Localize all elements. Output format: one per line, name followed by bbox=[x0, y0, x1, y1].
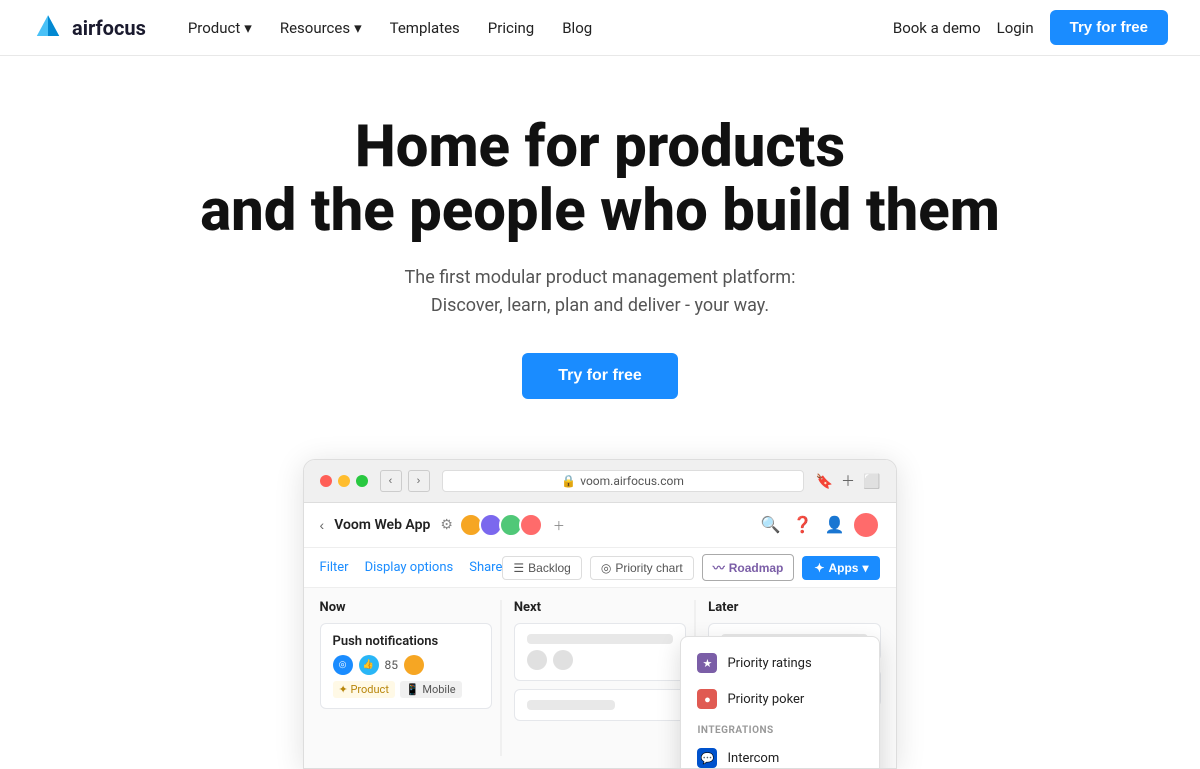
book-demo-link[interactable]: Book a demo bbox=[893, 19, 981, 37]
forward-browser-button[interactable]: › bbox=[408, 470, 430, 492]
traffic-lights bbox=[320, 475, 368, 487]
kanban-col-now: Now Push notifications ◎ 👍 85 ✦ Product bbox=[320, 600, 500, 756]
settings-icon[interactable]: ⚙ bbox=[440, 517, 453, 533]
priority-ratings-icon: ★ bbox=[697, 653, 717, 673]
help-icon[interactable]: ❓ bbox=[793, 515, 813, 535]
share-tab[interactable]: Share bbox=[469, 560, 502, 575]
backlog-view-button[interactable]: ☰ Backlog bbox=[502, 556, 581, 580]
card-title: Push notifications bbox=[333, 634, 479, 649]
kanban-card-next-1 bbox=[514, 623, 686, 681]
card-meta: ◎ 👍 85 bbox=[333, 655, 479, 675]
skeleton-avatar-2 bbox=[553, 650, 573, 670]
nav-left: airfocus Product ▾ Resources ▾ Templates… bbox=[32, 12, 602, 44]
priority-chart-view-button[interactable]: ◎ Priority chart bbox=[590, 556, 694, 580]
bookmark-icon[interactable]: 🔖 bbox=[816, 471, 833, 491]
toolbar-right: 🔍 ❓ 👤 bbox=[761, 511, 881, 539]
nav-blog[interactable]: Blog bbox=[552, 13, 602, 43]
card-avatar bbox=[404, 655, 424, 675]
search-icon[interactable]: 🔍 bbox=[761, 515, 781, 535]
hero-headline: Home for products and the people who bui… bbox=[200, 116, 1000, 244]
nav-right: Book a demo Login Try for free bbox=[893, 10, 1168, 45]
card-tags: ✦ Product 📱 Mobile bbox=[333, 681, 479, 698]
app-inner: ‹ Voom Web App ⚙ ＋ 🔍 ❓ 👤 bbox=[304, 503, 897, 768]
navbar: airfocus Product ▾ Resources ▾ Templates… bbox=[0, 0, 1200, 56]
priority-poker-icon: ● bbox=[697, 689, 717, 709]
card-target-icon: ◎ bbox=[333, 655, 353, 675]
view-tabs-left: Filter Display options Share bbox=[320, 560, 503, 575]
kanban-card-push: Push notifications ◎ 👍 85 ✦ Product 📱 Mo… bbox=[320, 623, 492, 709]
lock-icon: 🔒 bbox=[561, 474, 576, 488]
apps-star-icon: ✦ bbox=[814, 561, 824, 575]
view-tabs: Filter Display options Share ☰ Backlog ◎… bbox=[304, 548, 897, 588]
back-browser-button[interactable]: ‹ bbox=[380, 470, 402, 492]
login-link[interactable]: Login bbox=[997, 19, 1034, 37]
card-tag-product: ✦ Product bbox=[333, 681, 395, 698]
minimize-dot bbox=[338, 475, 350, 487]
kanban-col-next: Next bbox=[500, 600, 694, 756]
browser-chrome: ‹ › 🔒 voom.airfocus.com 🔖 ＋ ⬜ bbox=[304, 460, 897, 503]
browser-action-buttons: 🔖 ＋ ⬜ bbox=[816, 471, 881, 491]
nav-try-free-button[interactable]: Try for free bbox=[1050, 10, 1168, 45]
intercom-icon: 💬 bbox=[697, 748, 717, 768]
nav-links: Product ▾ Resources ▾ Templates Pricing … bbox=[178, 13, 602, 43]
kanban-card-next-2 bbox=[514, 689, 686, 721]
logo-text: airfocus bbox=[72, 16, 146, 40]
more-icon[interactable]: ⬜ bbox=[863, 471, 880, 491]
col-now-header: Now bbox=[320, 600, 492, 615]
avatar-group bbox=[463, 513, 543, 537]
browser-nav-buttons: ‹ › bbox=[380, 470, 430, 492]
apps-dropdown-button[interactable]: ✦ Apps ▾ bbox=[802, 556, 880, 580]
preview-wrapper: ‹ › 🔒 voom.airfocus.com 🔖 ＋ ⬜ ‹ Voom Web… bbox=[0, 439, 1200, 769]
notifications-icon[interactable]: 👤 bbox=[825, 515, 845, 535]
logo[interactable]: airfocus bbox=[32, 12, 146, 44]
chevron-down-icon: ▾ bbox=[244, 19, 252, 37]
view-tabs-right: ☰ Backlog ◎ Priority chart 〰 Roadmap ✦ A… bbox=[502, 554, 880, 581]
hero-subtext: The first modular product management pla… bbox=[32, 264, 1168, 322]
logo-icon bbox=[32, 12, 64, 44]
close-dot bbox=[320, 475, 332, 487]
filter-tab[interactable]: Filter bbox=[320, 560, 349, 575]
app-toolbar: ‹ Voom Web App ⚙ ＋ 🔍 ❓ 👤 bbox=[304, 503, 897, 548]
backlog-icon: ☰ bbox=[513, 561, 524, 575]
add-tab-icon[interactable]: ＋ bbox=[841, 471, 855, 491]
user-avatar[interactable] bbox=[852, 511, 880, 539]
back-button[interactable]: ‹ bbox=[320, 517, 325, 533]
skeleton-line bbox=[527, 634, 673, 644]
col-next-header: Next bbox=[514, 600, 686, 615]
apps-dropdown: ★ Priority ratings ● Priority poker INTE… bbox=[680, 636, 880, 769]
maximize-dot bbox=[356, 475, 368, 487]
nav-product[interactable]: Product ▾ bbox=[178, 13, 262, 43]
dropdown-item-priority-ratings[interactable]: ★ Priority ratings bbox=[681, 645, 879, 681]
address-bar: 🔒 voom.airfocus.com bbox=[442, 470, 804, 492]
nav-templates[interactable]: Templates bbox=[380, 13, 470, 43]
kanban-wrapper: Now Push notifications ◎ 👍 85 ✦ Product bbox=[304, 588, 897, 768]
nav-resources[interactable]: Resources ▾ bbox=[270, 13, 372, 43]
app-preview: ‹ › 🔒 voom.airfocus.com 🔖 ＋ ⬜ ‹ Voom Web… bbox=[303, 459, 898, 769]
toolbar-left: ‹ Voom Web App ⚙ ＋ bbox=[320, 513, 565, 537]
card-score: 85 bbox=[385, 658, 399, 672]
roadmap-icon: 〰 bbox=[713, 559, 725, 576]
hero-section: Home for products and the people who bui… bbox=[0, 56, 1200, 439]
roadmap-view-button[interactable]: 〰 Roadmap bbox=[702, 554, 795, 581]
dropdown-section-integrations: INTEGRATIONS bbox=[681, 717, 879, 740]
chevron-down-icon: ▾ bbox=[862, 561, 868, 575]
hero-try-free-button[interactable]: Try for free bbox=[522, 353, 678, 399]
add-member-button[interactable]: ＋ bbox=[553, 517, 565, 534]
card-tag-mobile: 📱 Mobile bbox=[400, 681, 462, 698]
dropdown-item-priority-poker[interactable]: ● Priority poker bbox=[681, 681, 879, 717]
card-like-icon: 👍 bbox=[359, 655, 379, 675]
display-options-tab[interactable]: Display options bbox=[365, 560, 454, 575]
skeleton-line-sm bbox=[527, 700, 615, 710]
dropdown-item-intercom[interactable]: 💬 Intercom bbox=[681, 740, 879, 769]
workspace-name: Voom Web App bbox=[334, 517, 430, 533]
avatar-4 bbox=[519, 513, 543, 537]
col-later-header: Later bbox=[708, 600, 880, 615]
skeleton-avatar bbox=[527, 650, 547, 670]
priority-chart-icon: ◎ bbox=[601, 561, 611, 575]
chevron-down-icon: ▾ bbox=[354, 19, 362, 37]
skeleton-row bbox=[527, 650, 673, 670]
nav-pricing[interactable]: Pricing bbox=[478, 13, 544, 43]
